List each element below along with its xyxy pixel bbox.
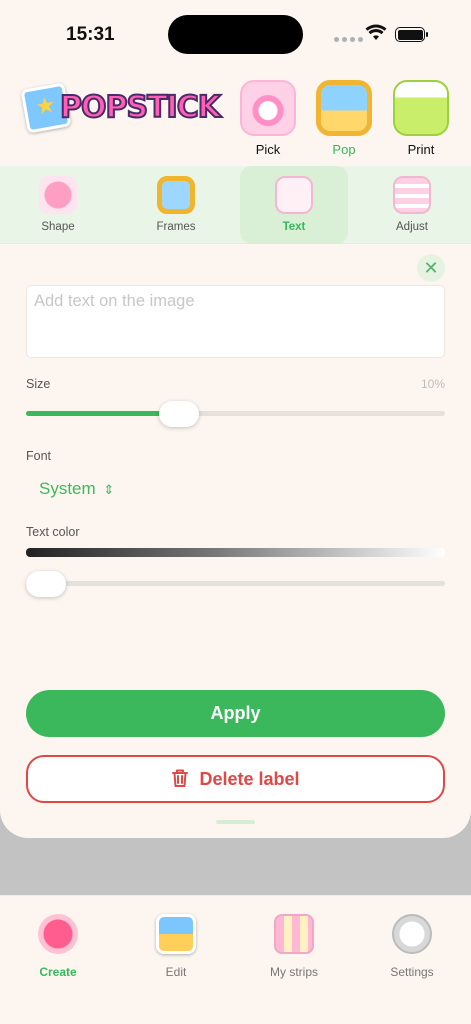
tool-adjust[interactable]: Adjust [358, 166, 466, 244]
logo-text: POPSTICK [59, 89, 222, 126]
tool-shape-label: Shape [41, 221, 75, 233]
size-value: 10% [420, 377, 445, 391]
text-icon [275, 176, 313, 214]
photo-frame-icon [316, 80, 372, 136]
battery-icon [395, 27, 428, 42]
tool-frames-label: Frames [156, 221, 196, 233]
size-label: Size [26, 377, 51, 391]
wifi-icon [365, 24, 387, 40]
font-select[interactable]: System ⇕ [39, 479, 114, 499]
screen: 15:31 POPSTICK Pick Pop Print [0, 0, 471, 1024]
tab-settings[interactable]: Settings [367, 908, 457, 979]
bottom-tab-bar: Create Edit My strips Settings [0, 895, 471, 1024]
printer-icon [393, 80, 449, 136]
color-slider-thumb[interactable] [26, 571, 66, 597]
trash-icon [172, 769, 189, 787]
photos-icon [156, 914, 196, 954]
close-icon[interactable]: ✕ [417, 254, 445, 282]
size-slider-thumb[interactable] [158, 401, 199, 427]
signal-icon [334, 37, 363, 42]
frame-icon [157, 176, 195, 214]
tab-my-strips[interactable]: My strips [249, 908, 339, 979]
mode-pick[interactable]: Pick [233, 80, 303, 157]
sheet-grabber[interactable] [216, 820, 255, 824]
camera-icon [240, 80, 296, 136]
mode-pop-label: Pop [332, 142, 356, 157]
status-time: 15:31 [66, 24, 115, 45]
tab-settings-label: Settings [390, 965, 434, 979]
color-slider-track[interactable] [26, 581, 445, 586]
delete-label-button[interactable]: Delete label [26, 755, 445, 803]
apply-button[interactable]: Apply [26, 690, 445, 737]
tab-edit[interactable]: Edit [131, 908, 221, 979]
font-select-value: System [39, 479, 96, 498]
dynamic-island [168, 15, 303, 54]
sliders-icon [393, 176, 431, 214]
text-color-label: Text color [26, 525, 80, 539]
tool-adjust-label: Adjust [396, 221, 428, 233]
color-gradient-preview [26, 548, 445, 557]
mode-pick-label: Pick [255, 142, 281, 157]
mode-print-label: Print [407, 142, 435, 157]
tool-shape[interactable]: Shape [4, 166, 112, 244]
tool-frames[interactable]: Frames [122, 166, 230, 244]
delete-label-text: Delete label [199, 769, 300, 789]
tab-my-strips-label: My strips [270, 965, 318, 979]
plus-icon [38, 914, 78, 954]
tool-text[interactable]: Text [240, 166, 348, 244]
mode-pop[interactable]: Pop [309, 80, 379, 157]
app-logo: POPSTICK [20, 82, 230, 134]
tab-create-label: Create [39, 965, 77, 979]
status-bar: 15:31 [0, 0, 471, 64]
tool-tabs: Shape Frames Text Adjust [0, 166, 471, 244]
mode-print[interactable]: Print [386, 80, 456, 157]
editor-sheet: 15:31 POPSTICK Pick Pop Print [0, 0, 471, 838]
size-slider-fill [26, 411, 179, 416]
size-slider-track[interactable] [26, 411, 445, 416]
strips-icon [274, 914, 314, 954]
chevron-updown-icon: ⇕ [103, 482, 115, 497]
settings-cloud-icon [392, 914, 432, 954]
heart-icon [39, 176, 77, 214]
font-label: Font [26, 449, 52, 463]
label-text-input[interactable]: Add text on the image [26, 285, 445, 358]
tab-edit-label: Edit [165, 965, 187, 979]
tab-create[interactable]: Create [13, 908, 103, 979]
tool-text-label: Text [282, 221, 306, 233]
